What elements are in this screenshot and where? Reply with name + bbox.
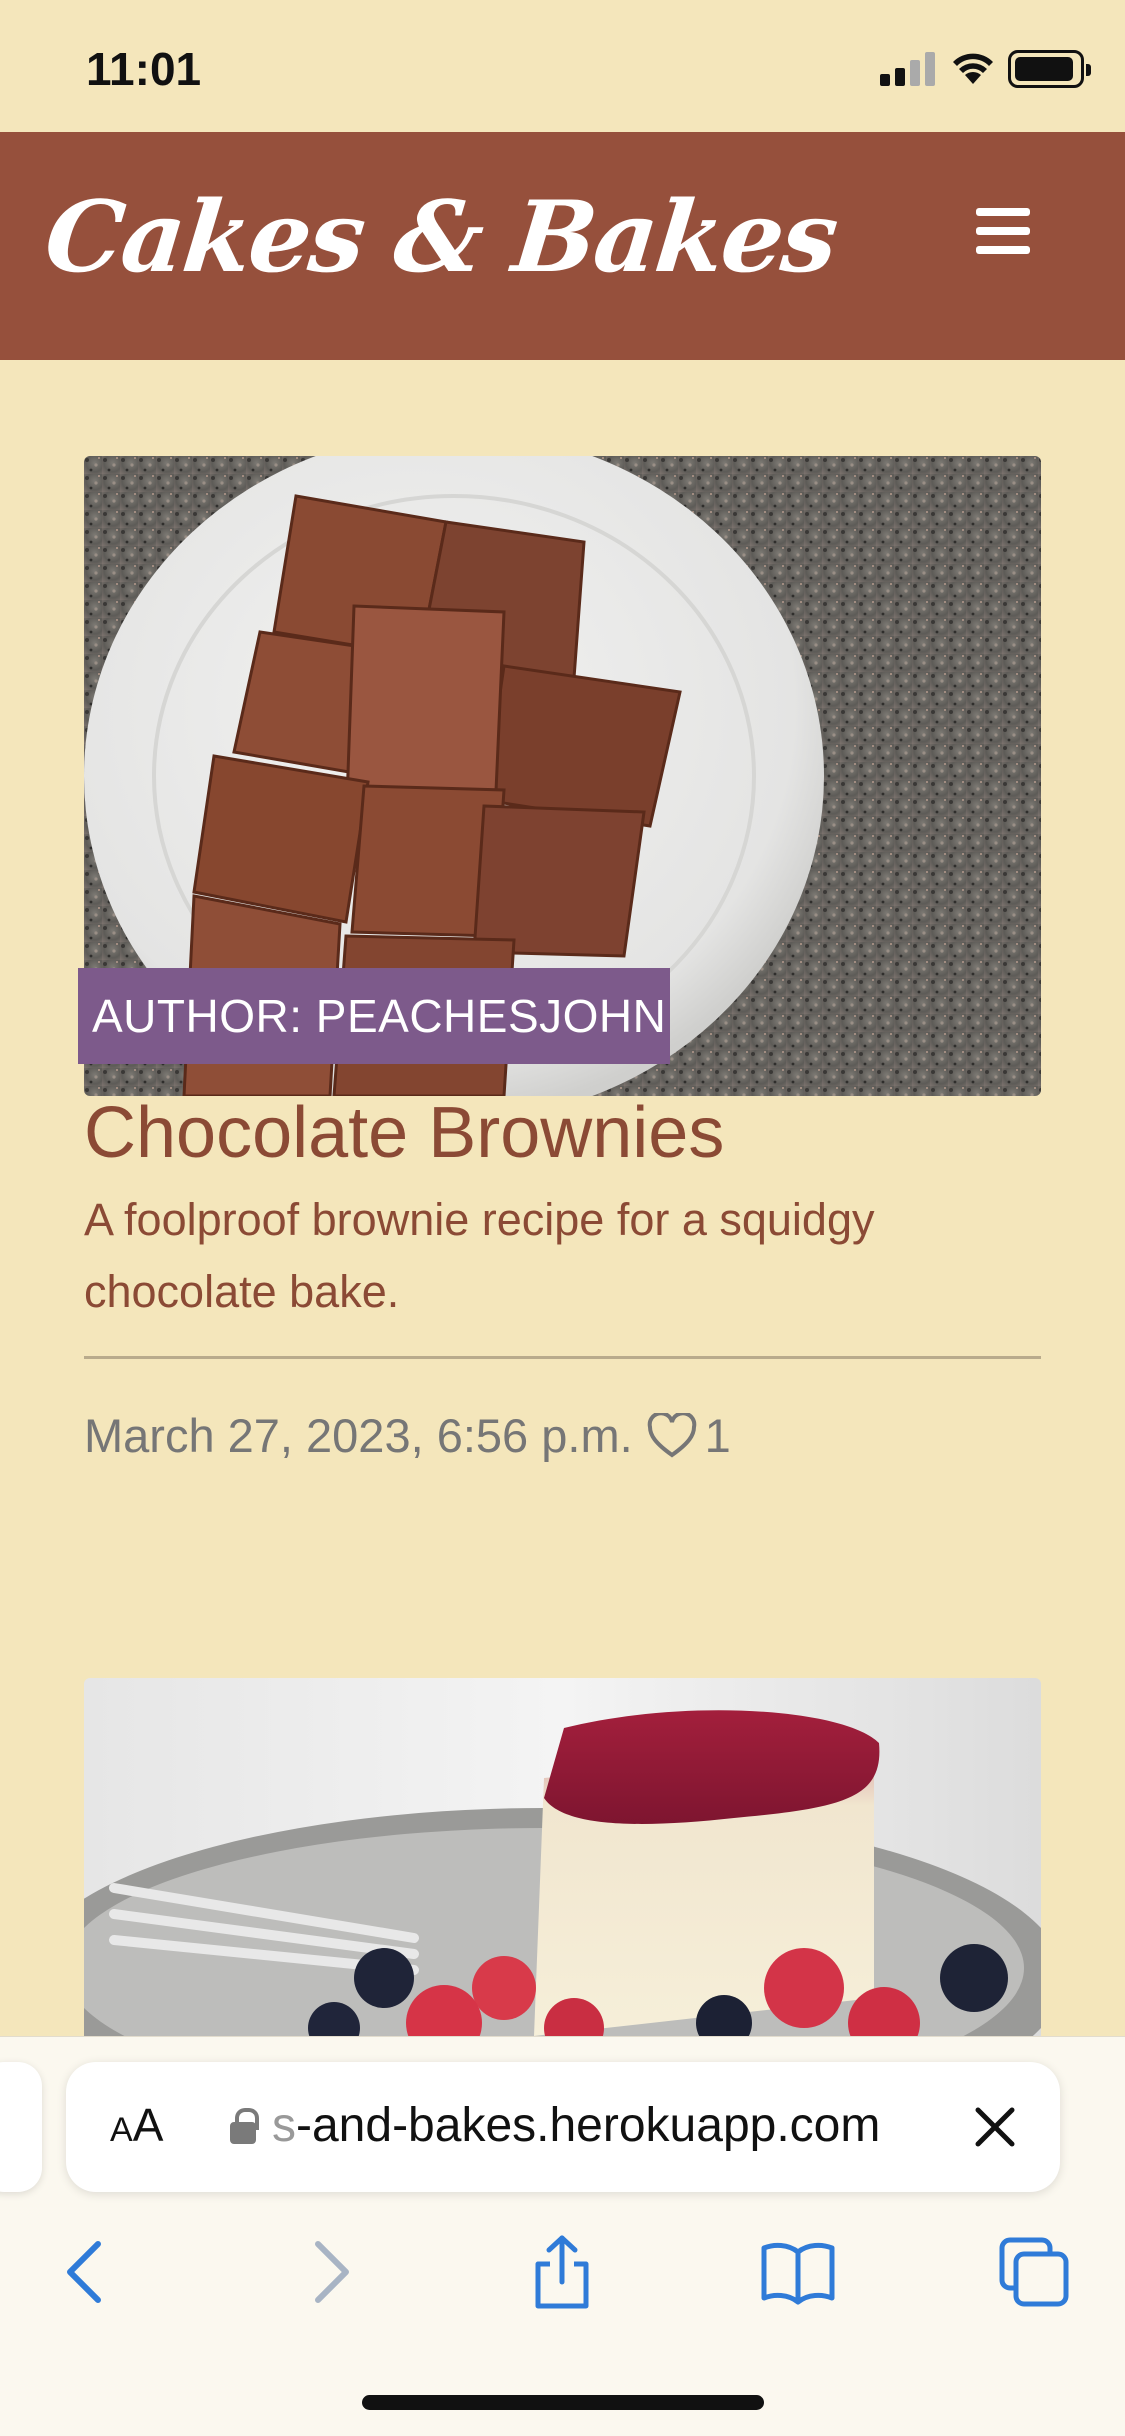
lock-icon bbox=[230, 2108, 259, 2144]
divider bbox=[84, 1356, 1041, 1359]
url-text[interactable]: s-and-bakes.herokuapp.com bbox=[272, 2098, 880, 2153]
site-brand[interactable]: Cakes & Bakes bbox=[40, 180, 841, 295]
wifi-icon bbox=[953, 53, 993, 84]
site-header: Cakes & Bakes bbox=[0, 132, 1125, 360]
back-icon[interactable] bbox=[46, 2232, 126, 2312]
bookmarks-icon[interactable] bbox=[758, 2232, 838, 2312]
cheesecake-photo[interactable] bbox=[84, 1678, 1041, 2036]
post-meta: March 27, 2023, 6:56 p.m. 1 bbox=[84, 1408, 731, 1463]
status-bar: 11:01 bbox=[0, 0, 1125, 132]
heart-icon[interactable] bbox=[647, 1412, 697, 1459]
previous-tab-preview[interactable] bbox=[0, 2062, 42, 2192]
forward-icon[interactable] bbox=[290, 2232, 370, 2312]
hamburger-icon[interactable] bbox=[976, 208, 1030, 254]
post-card[interactable] bbox=[84, 1678, 1041, 2036]
post-title[interactable]: Chocolate Brownies bbox=[84, 1092, 724, 1174]
author-badge: AUTHOR: PEACHESJOHN bbox=[78, 968, 670, 1064]
status-time: 11:01 bbox=[86, 43, 202, 95]
post-excerpt: A foolproof brownie recipe for a squidgy… bbox=[84, 1194, 875, 1317]
share-icon[interactable] bbox=[522, 2232, 602, 2312]
home-indicator[interactable] bbox=[362, 2395, 764, 2410]
close-icon[interactable] bbox=[972, 2104, 1018, 2150]
battery-icon bbox=[1008, 50, 1091, 88]
post-date: March 27, 2023, 6:56 p.m. bbox=[84, 1409, 633, 1462]
cellular-signal-icon bbox=[880, 52, 936, 86]
like-count: 1 bbox=[704, 1409, 731, 1462]
post-card[interactable]: AUTHOR: PEACHESJOHN Chocolate Brownies A… bbox=[78, 456, 1041, 1556]
text-size-button[interactable]: AA bbox=[110, 2098, 163, 2152]
tabs-icon[interactable] bbox=[994, 2232, 1074, 2312]
address-bar[interactable]: AA s-and-bakes.herokuapp.com bbox=[66, 2062, 1060, 2192]
browser-toolbar: AA s-and-bakes.herokuapp.com bbox=[0, 2036, 1125, 2436]
